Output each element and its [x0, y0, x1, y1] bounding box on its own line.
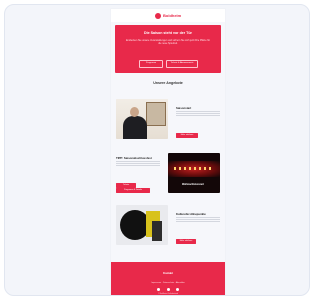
image-caption: Weihnachtskonzert — [182, 183, 204, 186]
feature-description — [176, 111, 220, 118]
email-footer: Kontakt Impressum · Datenschutz · Abmeld… — [111, 262, 225, 295]
feature-image-instruments — [116, 205, 168, 245]
footer-copyright: © Boldheim Kulturbetrieb — [157, 293, 178, 295]
email-header: Boldheim — [111, 9, 225, 22]
preview-card: Boldheim Die Saison steht vor der Tür En… — [4, 4, 310, 296]
painting-frame — [146, 102, 166, 126]
feature-title: TIPP: Saisonabschlussfest — [116, 156, 152, 160]
hero-banner: Die Saison steht vor der Tür Entdecken S… — [115, 25, 221, 73]
hero-title: Die Saison steht vor der Tür — [144, 31, 192, 35]
email-preview: Boldheim Die Saison steht vor der Tür En… — [111, 9, 225, 295]
feature-item: TIPP: Saisonabschlussfest Tickets Progra… — [116, 153, 220, 195]
facebook-icon[interactable] — [157, 288, 160, 291]
feature-image-stage: Weihnachtskonzert — [168, 153, 220, 193]
feature-button[interactable]: Mehr erfahren — [176, 239, 196, 244]
logo-text: Boldheim — [163, 13, 182, 18]
feature-text: Saisonstart — [176, 106, 220, 118]
feature-text: TIPP: Saisonabschlussfest — [116, 156, 160, 168]
footer-title: Kontakt — [163, 272, 173, 275]
hero-tickets-button[interactable]: Tickets & Abonnements — [166, 60, 198, 68]
section-title: Unsere Angebote — [153, 81, 183, 85]
hero-program-button[interactable]: Programm — [139, 60, 163, 68]
feature-description — [116, 161, 160, 168]
footer-links[interactable]: Impressum · Datenschutz · Abmelden — [127, 282, 209, 284]
social-icons — [157, 288, 179, 291]
feature-button[interactable]: Mehr erfahren — [176, 133, 198, 138]
person-figure — [123, 116, 147, 139]
hero-text: Entdecken Sie unsere Veranstaltungen und… — [126, 39, 210, 46]
feature-details-button[interactable]: Programm & Details — [116, 188, 150, 193]
logo-icon — [155, 12, 161, 19]
feature-text: Kulturelle Höhepunkte — [176, 212, 220, 224]
stage-lights — [174, 167, 214, 170]
feature-item: Saisonstart Mehr erfahren — [116, 99, 220, 141]
feature-image-portrait — [116, 99, 168, 139]
feature-title: Kulturelle Höhepunkte — [176, 212, 206, 216]
youtube-icon[interactable] — [176, 288, 179, 291]
instagram-icon[interactable] — [166, 288, 170, 291]
brand-logo[interactable]: Boldheim — [155, 12, 181, 19]
feature-item: Kulturelle Höhepunkte Mehr erfahren — [116, 205, 220, 247]
feature-title: Saisonstart — [176, 106, 192, 110]
feature-description — [176, 217, 220, 224]
